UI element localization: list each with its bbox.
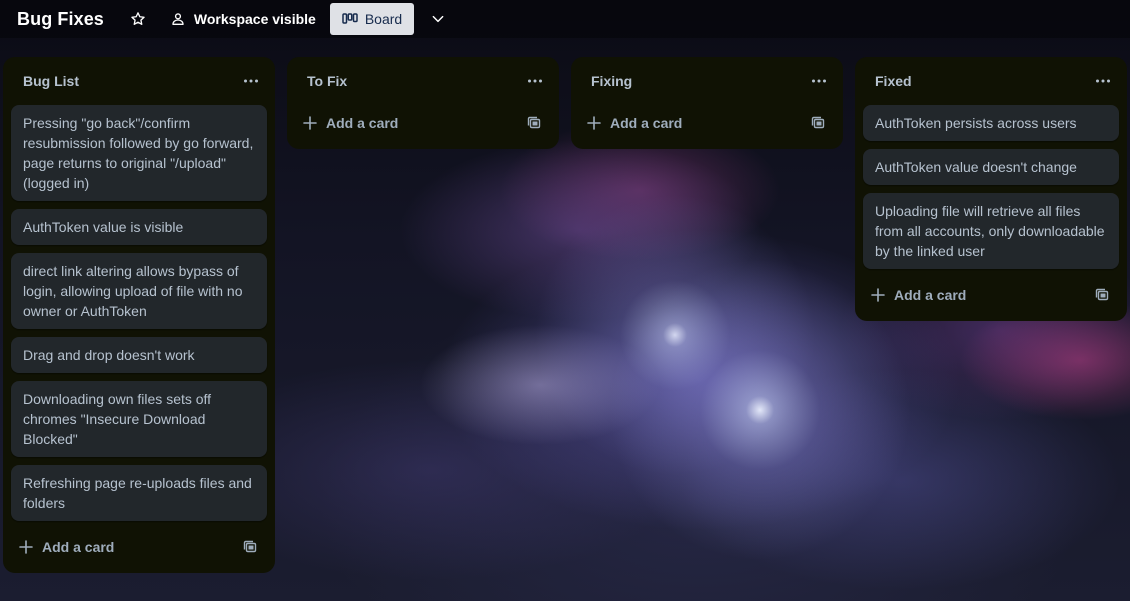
- create-from-template-button[interactable]: [1091, 284, 1113, 306]
- card[interactable]: AuthToken value doesn't change: [863, 149, 1119, 185]
- template-icon: [1095, 288, 1109, 301]
- add-card-row: Add a card: [3, 529, 275, 565]
- list-menu-button[interactable]: [521, 67, 549, 95]
- list-header: Bug List: [3, 57, 275, 105]
- ellipsis-icon: [528, 79, 542, 83]
- people-icon: [172, 13, 184, 25]
- add-card-label: Add a card: [326, 115, 399, 131]
- add-card-button[interactable]: Add a card: [587, 115, 682, 131]
- board-view-label: Board: [364, 11, 403, 27]
- board-header: Bug Fixes Workspace visible Board: [0, 0, 1130, 38]
- add-card-row: Add a card: [287, 105, 559, 141]
- add-card-label: Add a card: [610, 115, 683, 131]
- star-button[interactable]: [124, 3, 152, 35]
- list-fixing: Fixing Add a card: [571, 57, 843, 149]
- card[interactable]: Downloading own files sets off chromes "…: [11, 381, 267, 457]
- card[interactable]: Drag and drop doesn't work: [11, 337, 267, 373]
- card[interactable]: direct link altering allows bypass of lo…: [11, 253, 267, 329]
- ellipsis-icon: [1096, 79, 1110, 83]
- list-menu-button[interactable]: [805, 67, 833, 95]
- add-card-row: Add a card: [855, 277, 1127, 313]
- list-title[interactable]: Fixing: [591, 73, 632, 89]
- card-list: Pressing "go back"/confirm resubmission …: [3, 105, 275, 521]
- template-icon: [243, 540, 257, 553]
- list-bug-list: Bug List Pressing "go back"/confirm resu…: [3, 57, 275, 573]
- workspace-visible-label: Workspace visible: [193, 11, 316, 27]
- view-switcher-chevron-button[interactable]: [424, 3, 452, 35]
- list-menu-button[interactable]: [237, 67, 265, 95]
- create-from-template-button[interactable]: [239, 536, 261, 558]
- list-header: Fixed: [855, 57, 1127, 105]
- add-card-button[interactable]: Add a card: [303, 115, 398, 131]
- create-from-template-button[interactable]: [523, 112, 545, 134]
- create-from-template-button[interactable]: [807, 112, 829, 134]
- board-view-button[interactable]: Board: [329, 3, 415, 35]
- list-header: To Fix: [287, 57, 559, 105]
- list-title[interactable]: To Fix: [307, 73, 347, 89]
- plus-icon: [303, 116, 317, 130]
- list-header: Fixing: [571, 57, 843, 105]
- card[interactable]: Refreshing page re-uploads files and fol…: [11, 465, 267, 521]
- star-icon: [131, 12, 145, 25]
- add-card-row: Add a card: [571, 105, 843, 141]
- card[interactable]: Uploading file will retrieve all files f…: [863, 193, 1119, 269]
- plus-icon: [871, 288, 885, 302]
- list-fixed: Fixed AuthToken persists across users Au…: [855, 57, 1127, 321]
- ellipsis-icon: [812, 79, 826, 83]
- add-card-button[interactable]: Add a card: [19, 539, 114, 555]
- card[interactable]: Pressing "go back"/confirm resubmission …: [11, 105, 267, 201]
- board-title[interactable]: Bug Fixes: [17, 9, 104, 30]
- board-view-icon: [342, 13, 358, 24]
- list-title[interactable]: Fixed: [875, 73, 912, 89]
- list-title[interactable]: Bug List: [23, 73, 79, 89]
- add-card-label: Add a card: [42, 539, 115, 555]
- list-to-fix: To Fix Add a card: [287, 57, 559, 149]
- plus-icon: [19, 540, 33, 554]
- card[interactable]: AuthToken persists across users: [863, 105, 1119, 141]
- ellipsis-icon: [244, 79, 258, 83]
- template-icon: [527, 116, 541, 129]
- plus-icon: [587, 116, 601, 130]
- list-menu-button[interactable]: [1089, 67, 1117, 95]
- chevron-down-icon: [432, 15, 444, 23]
- template-icon: [811, 116, 825, 129]
- workspace-visible-button[interactable]: Workspace visible: [162, 3, 324, 35]
- card-list: AuthToken persists across users AuthToke…: [855, 105, 1127, 269]
- card[interactable]: AuthToken value is visible: [11, 209, 267, 245]
- add-card-label: Add a card: [894, 287, 967, 303]
- add-card-button[interactable]: Add a card: [871, 287, 966, 303]
